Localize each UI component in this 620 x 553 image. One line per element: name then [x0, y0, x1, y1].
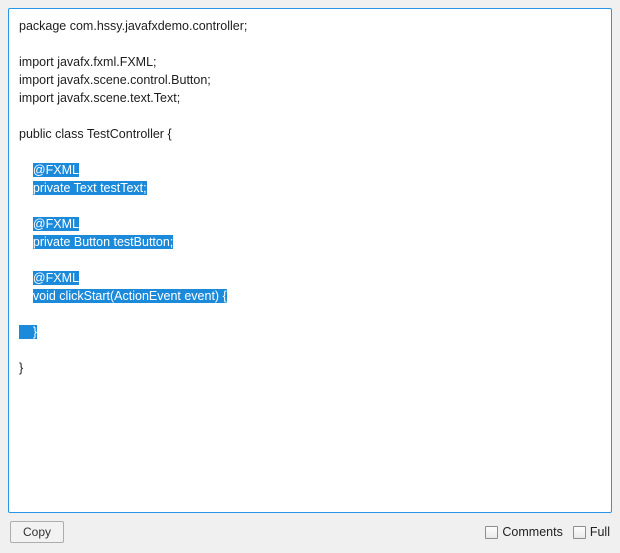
code-selected: @FXML [33, 217, 79, 231]
code-indent [19, 235, 33, 249]
code-selected: } [33, 325, 37, 339]
code-selected: @FXML [33, 163, 79, 177]
full-label: Full [590, 525, 610, 539]
code-indent [19, 217, 33, 231]
comments-checkbox[interactable]: Comments [485, 525, 562, 539]
window: package com.hssy.javafxdemo.controller; … [0, 0, 620, 553]
code-line: } [19, 361, 23, 375]
copy-button[interactable]: Copy [10, 521, 64, 543]
code-selected [19, 325, 33, 339]
code-selected: private Button testButton; [33, 235, 173, 249]
code-indent [19, 181, 33, 195]
code-line: import javafx.scene.text.Text; [19, 91, 180, 105]
full-checkbox[interactable]: Full [573, 525, 610, 539]
code-output-area[interactable]: package com.hssy.javafxdemo.controller; … [8, 8, 612, 513]
code-selected: private Text testText; [33, 181, 147, 195]
code-line: import javafx.fxml.FXML; [19, 55, 157, 69]
code-selected: @FXML [33, 271, 79, 285]
code-line: import javafx.scene.control.Button; [19, 73, 211, 87]
checkbox-icon [573, 526, 586, 539]
code-indent [19, 163, 33, 177]
code-indent [19, 271, 33, 285]
checkbox-icon [485, 526, 498, 539]
code-indent [19, 289, 33, 303]
footer-bar: Copy Comments Full [8, 513, 612, 547]
comments-label: Comments [502, 525, 562, 539]
code-selected: void clickStart(ActionEvent event) { [33, 289, 227, 303]
code-line: package com.hssy.javafxdemo.controller; [19, 19, 247, 33]
code-line: public class TestController { [19, 127, 172, 141]
